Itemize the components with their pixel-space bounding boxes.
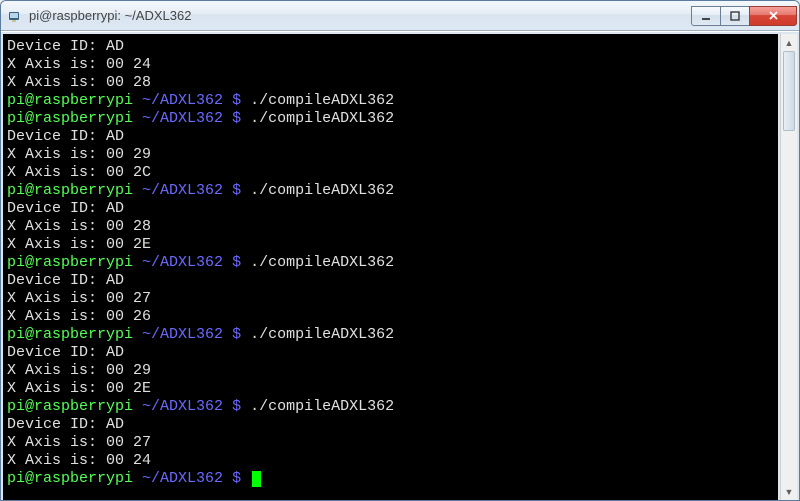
terminal-line: pi@raspberrypi ~/ADXL362 $ ./compileADXL… bbox=[7, 92, 774, 110]
maximize-button[interactable] bbox=[720, 6, 750, 26]
close-button[interactable] bbox=[749, 6, 797, 26]
terminal-line: Device ID: AD bbox=[7, 200, 774, 218]
scroll-track[interactable] bbox=[781, 51, 797, 483]
terminal-line: pi@raspberrypi ~/ADXL362 $ ./compileADXL… bbox=[7, 326, 774, 344]
terminal-line: pi@raspberrypi ~/ADXL362 $ ./compileADXL… bbox=[7, 254, 774, 272]
terminal-line: X Axis is: 00 28 bbox=[7, 74, 774, 92]
terminal-line: X Axis is: 00 2E bbox=[7, 380, 774, 398]
terminal-line: pi@raspberrypi ~/ADXL362 $ ./compileADXL… bbox=[7, 110, 774, 128]
window-controls bbox=[692, 6, 797, 26]
terminal-area: Device ID: ADX Axis is: 00 24X Axis is: … bbox=[1, 31, 799, 501]
terminal-line: X Axis is: 00 29 bbox=[7, 362, 774, 380]
terminal-window: pi@raspberrypi: ~/ADXL362 Device ID: ADX… bbox=[0, 0, 800, 501]
scroll-down-arrow[interactable]: ▼ bbox=[781, 483, 797, 500]
terminal-line: Device ID: AD bbox=[7, 272, 774, 290]
terminal-line: X Axis is: 00 2C bbox=[7, 164, 774, 182]
terminal-line: X Axis is: 00 29 bbox=[7, 146, 774, 164]
terminal-line: pi@raspberrypi ~/ADXL362 $ bbox=[7, 470, 774, 488]
terminal-line: pi@raspberrypi ~/ADXL362 $ ./compileADXL… bbox=[7, 398, 774, 416]
terminal-line: X Axis is: 00 24 bbox=[7, 56, 774, 74]
terminal-output[interactable]: Device ID: ADX Axis is: 00 24X Axis is: … bbox=[1, 32, 780, 501]
titlebar[interactable]: pi@raspberrypi: ~/ADXL362 bbox=[1, 1, 799, 31]
scrollbar[interactable]: ▲ ▼ bbox=[780, 32, 799, 501]
terminal-line: Device ID: AD bbox=[7, 416, 774, 434]
terminal-line: X Axis is: 00 24 bbox=[7, 452, 774, 470]
terminal-line: Device ID: AD bbox=[7, 344, 774, 362]
window-title: pi@raspberrypi: ~/ADXL362 bbox=[29, 8, 692, 23]
terminal-line: pi@raspberrypi ~/ADXL362 $ ./compileADXL… bbox=[7, 182, 774, 200]
scroll-up-arrow[interactable]: ▲ bbox=[781, 34, 797, 51]
terminal-line: Device ID: AD bbox=[7, 128, 774, 146]
scroll-thumb[interactable] bbox=[783, 51, 795, 131]
terminal-line: X Axis is: 00 26 bbox=[7, 308, 774, 326]
terminal-line: X Axis is: 00 27 bbox=[7, 434, 774, 452]
minimize-button[interactable] bbox=[691, 6, 721, 26]
terminal-line: X Axis is: 00 2E bbox=[7, 236, 774, 254]
terminal-line: Device ID: AD bbox=[7, 38, 774, 56]
terminal-line: X Axis is: 00 27 bbox=[7, 290, 774, 308]
putty-icon bbox=[7, 8, 23, 24]
terminal-line: X Axis is: 00 28 bbox=[7, 218, 774, 236]
